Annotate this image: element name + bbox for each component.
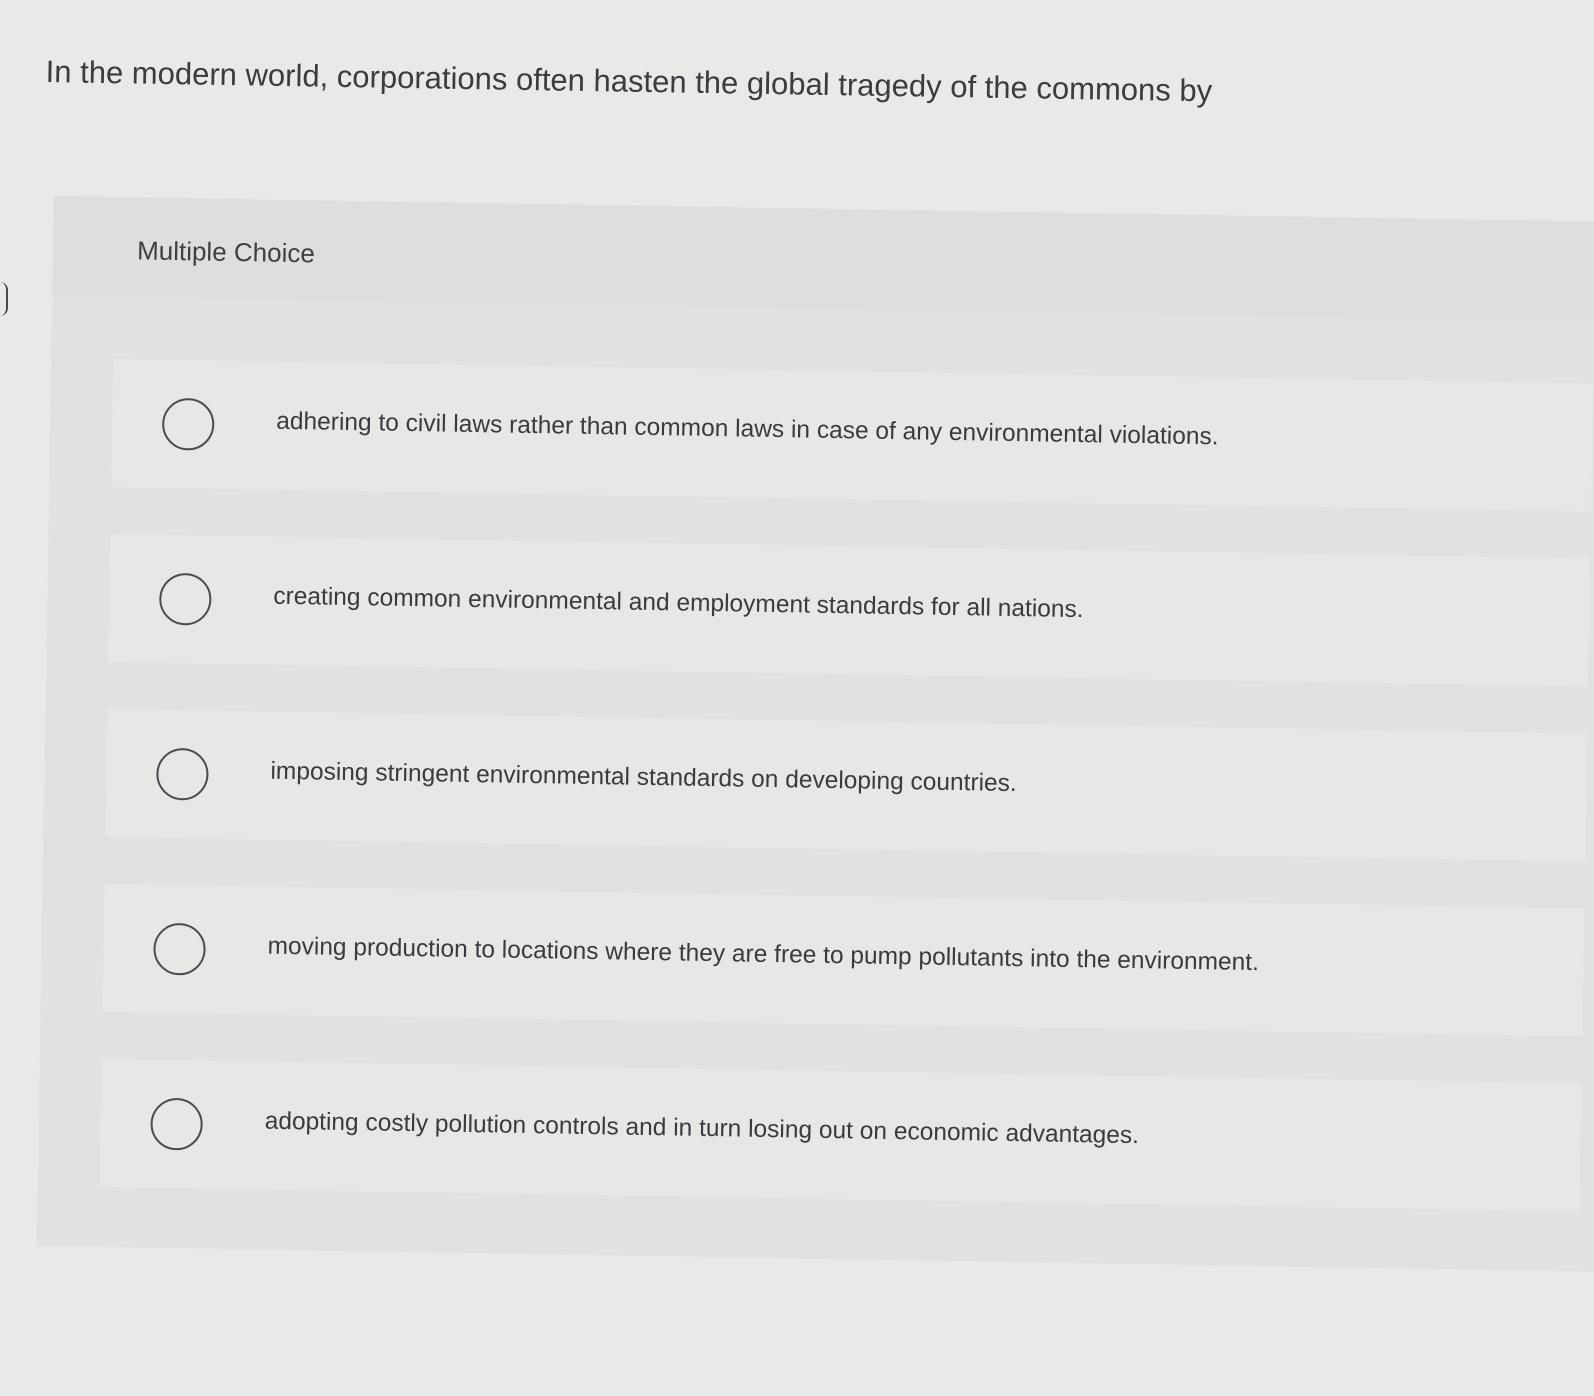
- multiple-choice-panel: Multiple Choice adhering to civil laws r…: [36, 196, 1594, 1272]
- page-edge: [0, 282, 8, 316]
- answer-option-text: adopting costly pollution controls and i…: [264, 1107, 1140, 1150]
- radio-button-icon[interactable]: [158, 572, 212, 626]
- answer-option-text: adhering to civil laws rather than commo…: [276, 407, 1219, 451]
- radio-button-icon[interactable]: [150, 1097, 204, 1151]
- radio-button-icon[interactable]: [156, 747, 209, 801]
- answer-option-a[interactable]: adhering to civil laws rather than commo…: [111, 359, 1594, 512]
- multiple-choice-header: Multiple Choice: [52, 196, 1594, 322]
- answer-option-text: moving production to locations where the…: [267, 932, 1260, 977]
- answer-option-c[interactable]: imposing stringent environmental standar…: [105, 708, 1588, 862]
- answer-option-text: creating common environmental and employ…: [273, 582, 1084, 624]
- radio-button-icon[interactable]: [161, 397, 215, 451]
- answer-options: adhering to civil laws rather than commo…: [99, 359, 1594, 1258]
- answer-option-text: imposing stringent environmental standar…: [270, 757, 1017, 798]
- multiple-choice-label: Multiple Choice: [136, 235, 316, 269]
- answer-option-e[interactable]: adopting costly pollution controls and i…: [99, 1058, 1582, 1212]
- answer-option-b[interactable]: creating common environmental and employ…: [108, 533, 1591, 687]
- radio-button-icon[interactable]: [153, 922, 206, 976]
- answer-option-d[interactable]: moving production to locations where the…: [102, 883, 1585, 1037]
- question-text: In the modern world, corporations often …: [45, 53, 1213, 109]
